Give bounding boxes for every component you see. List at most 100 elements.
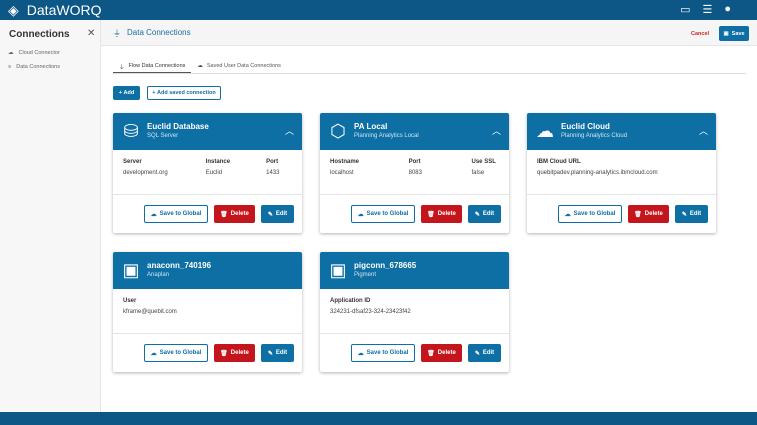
card-header[interactable]: ⛁ Euclid Database SQL Server ︿ [113, 113, 302, 150]
button-label: Edit [482, 350, 495, 356]
add-label: Add [123, 90, 135, 96]
cloud-upload-icon: ☁ [564, 211, 571, 218]
save-to-global-button[interactable]: ☁ Save to Global [144, 344, 208, 362]
card-header[interactable]: ☁ Euclid Cloud Planning Analytics Cloud … [527, 113, 716, 150]
tabs: ⏚ Flow Data Connections ☁ Saved User Data … [113, 60, 746, 74]
edit-button[interactable]: ✎ Edit [261, 344, 294, 362]
divider [527, 194, 716, 195]
field-label: Use SSL [471, 159, 496, 165]
edit-icon: ✎ [681, 211, 687, 218]
field-value: development.org [123, 170, 168, 176]
connection-card: ▣ pigconn_678665 Pigment Application ID 3… [320, 252, 509, 372]
tab-label: Flow Data Connections [128, 63, 186, 69]
laptop-icon[interactable]: ▭ [680, 3, 690, 16]
chevron-up-icon[interactable]: ︿ [699, 124, 708, 137]
app-window-icon: ▣ [122, 260, 140, 280]
save-to-global-button[interactable]: ☁ Save to Global [351, 205, 415, 223]
sidebar-item-cloud-connector[interactable]: ☁ Cloud Connector [8, 50, 60, 56]
card-field: User kframe@quebit.com [123, 298, 294, 315]
delete-button[interactable]: 🗑 Delete [421, 344, 462, 362]
add-saved-label: Add saved connection [157, 90, 216, 96]
button-label: Save to Global [366, 211, 409, 217]
delete-button[interactable]: 🗑 Delete [214, 205, 255, 223]
button-label: Save to Global [159, 350, 202, 356]
add-saved-connection-button[interactable]: + Add saved connection [147, 86, 221, 100]
button-label: Edit [275, 211, 288, 217]
cancel-button[interactable]: Cancel [691, 31, 709, 37]
delete-button[interactable]: 🗑 Delete [421, 205, 462, 223]
edit-button[interactable]: ✎ Edit [468, 344, 501, 362]
tab-saved-user-data-connections[interactable]: ☁ Saved User Data Connections [191, 60, 286, 73]
card-header[interactable]: ⬡ PA Local Planning Analytics Local ︿ [320, 113, 509, 150]
field-value: 8083 [408, 170, 422, 176]
close-icon[interactable]: ✕ [87, 28, 95, 39]
tab-flow-data-connections[interactable]: ⏚ Flow Data Connections [113, 60, 192, 73]
chevron-up-icon[interactable]: ︿ [285, 124, 294, 137]
cloud-icon: ☁ [197, 63, 203, 69]
cloud-upload-icon: ☁ [150, 350, 157, 357]
edit-button[interactable]: ✎ Edit [675, 205, 708, 223]
connection-card: ⛁ Euclid Database SQL Server ︿ Server dev… [113, 113, 302, 233]
trash-icon: 🗑 [427, 211, 435, 218]
edit-button[interactable]: ✎ Edit [468, 205, 501, 223]
sidebar-item-data-connections[interactable]: ≡ Data Connections [8, 64, 60, 70]
save-to-global-button[interactable]: ☁ Save to Global [558, 205, 622, 223]
task-list-icon[interactable]: ☰ [702, 3, 712, 16]
sidebar-item-label: Data Connections [16, 64, 60, 70]
field-label: IBM Cloud URL [537, 159, 581, 165]
card-title: PA Local [354, 122, 388, 131]
field-value: 324231-dfsaf23-324-23423f42 [330, 309, 411, 315]
app-logo[interactable]: ◈ DataWORQ [8, 2, 101, 19]
field-value: Euclid [205, 170, 223, 176]
card-field: Port 8083 [409, 159, 472, 176]
delete-button[interactable]: 🗑 Delete [214, 344, 255, 362]
button-label: Delete [437, 350, 456, 356]
card-header[interactable]: ▣ pigconn_678665 Pigment [320, 252, 509, 289]
trash-icon: 🗑 [427, 350, 435, 357]
chevron-up-icon[interactable]: ︿ [492, 124, 501, 137]
delete-button[interactable]: 🗑 Delete [628, 205, 669, 223]
sidebar-title: Connections [9, 29, 70, 40]
add-button[interactable]: + Add [113, 86, 140, 100]
connection-card: ☁ Euclid Cloud Planning Analytics Cloud … [527, 113, 716, 233]
cloud-upload-icon: ☁ [150, 211, 157, 218]
database-icon: ⛁ [123, 121, 139, 141]
layers-icon: ◈ [8, 1, 19, 18]
edit-icon: ✎ [267, 350, 273, 357]
footer-bar [0, 412, 757, 425]
edit-icon: ✎ [474, 350, 480, 357]
app-header: ◈ DataWORQ ▭ ☰ ● [0, 0, 757, 20]
button-label: Save to Global [366, 350, 409, 356]
button-label: Save to Global [573, 211, 616, 217]
divider [320, 194, 509, 195]
sidebar: Connections ✕ ☁ Cloud Connector ≡ Data Con… [0, 20, 101, 412]
button-label: Edit [482, 211, 495, 217]
field-label: Port [266, 159, 279, 165]
card-subtitle: Pigment [354, 272, 377, 278]
card-header[interactable]: ▣ anaconn_740196 Anaplan [113, 252, 302, 289]
cloud-upload-icon: ☁ [357, 211, 364, 218]
save-to-global-button[interactable]: ☁ Save to Global [351, 344, 415, 362]
edit-button[interactable]: ✎ Edit [261, 205, 294, 223]
sidebar-item-label: Cloud Connector [18, 50, 60, 56]
save-button[interactable]: ▣ Save [719, 26, 749, 41]
connection-card: ▣ anaconn_740196 Anaplan User kframe@queb… [113, 252, 302, 372]
button-label: Delete [230, 350, 249, 356]
field-label: Hostname [330, 159, 360, 165]
app-title: DataWORQ [26, 2, 102, 18]
floppy-icon: ▣ [723, 30, 729, 37]
card-subtitle: SQL Server [147, 133, 179, 139]
card-field: Instance Euclid [206, 159, 266, 176]
card-field: Use SSL false [472, 159, 501, 176]
cloud-icon: ☁ [536, 121, 554, 141]
button-label: Delete [644, 211, 663, 217]
account-icon[interactable]: ● [724, 3, 731, 16]
page-title: Data Connections [127, 28, 191, 37]
card-field: Hostname localhost [330, 159, 409, 176]
field-value: false [471, 170, 485, 176]
card-subtitle: Planning Analytics Cloud [561, 133, 628, 139]
cube-icon: ⬡ [330, 121, 346, 141]
save-to-global-button[interactable]: ☁ Save to Global [144, 205, 208, 223]
field-value: localhost [330, 170, 354, 176]
field-label: Port [408, 159, 421, 165]
